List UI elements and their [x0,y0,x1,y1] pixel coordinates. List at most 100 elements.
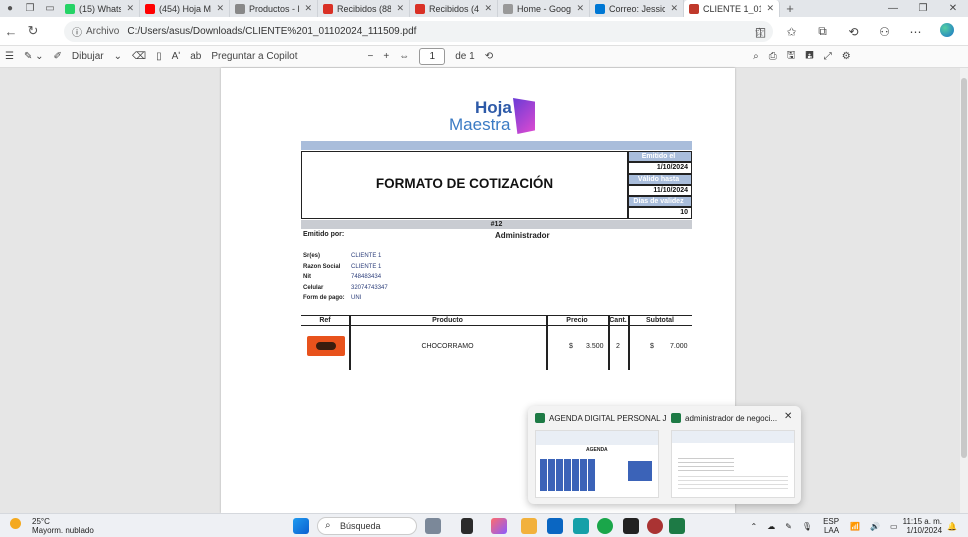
tab-5[interactable]: Recibidos (49) - ✕ [410,0,498,17]
preview-thumbnail-1[interactable]: AGENDA [535,430,659,498]
outlook-icon [595,3,605,14]
page-view-icon[interactable]: ▯ [151,51,167,62]
highlight-icon[interactable]: ✎ ⌄ [19,51,49,62]
url-text[interactable]: C:/Users/asus/Downloads/CLIENTE%201_0110… [127,26,416,37]
preview-thumbnail-2[interactable] [671,430,795,498]
date-label: Emitido el [628,151,692,163]
search-box[interactable]: ⌕ Búsqueda [317,517,417,535]
thumb-agenda-title: AGENDA [586,447,608,453]
collections-icon[interactable]: ⧉ [807,24,838,39]
tab-close-icon[interactable]: ✕ [484,3,492,14]
save-icon[interactable]: 🖫 [782,48,801,65]
excel-taskbar-icon[interactable] [669,518,685,534]
search-icon[interactable]: ⌕ [748,51,764,62]
zoom-in-icon[interactable]: + [378,51,394,62]
excel-icon [535,413,545,423]
copilot-taskbar-icon[interactable] [491,518,507,534]
extensions-icon[interactable]: ⚇ [869,25,900,39]
tab-close-icon[interactable]: ✕ [670,3,678,14]
contents-icon[interactable]: ☰ [0,51,19,62]
tab-close-icon[interactable]: ✕ [766,3,774,14]
preview-title-2[interactable]: administrador de negoci... [685,414,777,423]
url-field[interactable]: ⓘ Archivo C:/Users/asus/Downloads/CLIENT… [64,21,773,42]
date-value: 10 [628,207,692,219]
draw-icon[interactable]: ✐ [49,51,67,62]
page-number-input[interactable]: 1 [419,48,446,65]
read-aloud-icon[interactable]: Aʹ [167,51,186,62]
battery-icon[interactable]: ▭ [890,522,898,531]
weather-widget[interactable]: 25°C Mayorm. nublado [10,517,94,535]
notifications-icon[interactable]: 🔔 [947,522,957,531]
refresh-icon[interactable]: ↻ [22,23,44,39]
menu-icon[interactable]: ⋯ [900,25,931,39]
settings-icon[interactable]: ⚙ [837,51,856,62]
print-icon[interactable]: ⎙ [764,51,782,62]
history-icon[interactable]: ⟲ [838,25,869,39]
minimize-button[interactable]: — [878,3,908,14]
tab-2[interactable]: (454) Hoja Maes ✕ [140,0,230,17]
recorder-icon[interactable] [647,518,663,534]
clock[interactable]: 11:15 a. m. 1/10/2024 [903,517,942,535]
tab-3[interactable]: Productos - Hoja ✕ [230,0,318,17]
volume-icon[interactable]: 🔊 [870,522,880,531]
tab-close-icon[interactable]: ✕ [304,3,312,14]
draw-dropdown-icon[interactable]: ⌄ [109,51,127,62]
tab-close-icon[interactable]: ✕ [126,3,134,14]
app-icon[interactable] [623,518,639,534]
search-icon: ⌕ [325,520,331,531]
chrome-icon[interactable] [597,518,613,534]
copilot-icon[interactable] [931,23,962,40]
outlook-taskbar-icon[interactable] [573,518,589,534]
info-value: 748483434 [351,274,382,280]
system-tray: ⌃ ☁ ✎ 🎙 ESP LAA 📶 🔊 ▭ 11:15 a. m. 1/10/202… [746,516,962,536]
landscape-app-icon[interactable] [425,518,441,534]
zoom-out-icon[interactable]: − [363,51,379,62]
maximize-button[interactable]: ❐ [908,3,938,14]
language-indicator[interactable]: ESP LAA [823,517,839,535]
tab-6[interactable]: Home - Google ✕ [498,0,590,17]
favorites-icon[interactable]: ✩ [776,25,807,39]
edge-taskbar-icon[interactable] [547,518,563,534]
rotate-icon[interactable]: ⟲ [480,51,498,62]
pen-icon[interactable]: ✎ [785,522,792,531]
info-value: CLIENTE 1 [351,253,382,259]
workspaces-icon[interactable]: ❐ [20,0,40,17]
close-window-button[interactable]: ✕ [938,3,968,14]
tab-actions-icon[interactable]: ▭ [40,0,60,17]
save-as-icon[interactable]: 🖪 [800,48,819,65]
start-icon[interactable] [293,518,309,534]
dates-panel: Emitido el 1/10/2024 Válido hasta 11/10/202… [628,151,692,219]
product-image [307,336,345,356]
tab-7[interactable]: Correo: Jessica ✕ [590,0,684,17]
page-icon [235,3,245,14]
file-explorer-icon[interactable] [521,518,537,534]
wifi-icon[interactable]: 📶 [850,522,860,531]
tab-close-icon[interactable]: ✕ [216,3,224,14]
fit-page-icon[interactable]: ⇔ [394,51,414,62]
ask-copilot-button[interactable]: Preguntar a Copilot [206,51,302,62]
back-icon[interactable]: ← [0,24,22,39]
fullscreen-icon[interactable]: ⤢ [819,51,837,62]
eraser-icon[interactable]: ⌫ [127,51,151,62]
profile-icon[interactable]: ● [0,0,20,17]
hoja-maestra-logo: Hoja Maestra [449,98,549,138]
tab-close-icon[interactable]: ✕ [396,3,404,14]
task-view-icon[interactable] [461,518,473,534]
new-tab-button[interactable]: + [780,0,800,17]
draw-button[interactable]: Dibujar [67,51,109,62]
text-tools-icon[interactable]: ab [185,51,206,62]
chevron-up-icon[interactable]: ⌃ [751,522,758,531]
tab-1[interactable]: (15) WhatsApp ✕ [60,0,140,17]
close-icon[interactable]: ✕ [784,411,792,422]
preview-title-1[interactable]: AGENDA DIGITAL PERSONAL JE... [549,414,667,423]
split-screen-icon[interactable]: ◫ [745,25,776,39]
mic-icon[interactable]: 🎙 [802,522,812,531]
tab-4[interactable]: Recibidos (883) ✕ [318,0,410,17]
info-icon[interactable]: ⓘ [72,24,82,39]
tab-label: Recibidos (49) - [429,3,480,14]
cloud-icon[interactable]: ☁ [767,522,775,531]
scrollbar[interactable] [960,68,968,513]
temperature: 25°C [32,517,50,526]
tab-8[interactable]: CLIENTE 1_0110 ✕ [684,0,780,17]
tab-close-icon[interactable]: ✕ [576,3,584,14]
